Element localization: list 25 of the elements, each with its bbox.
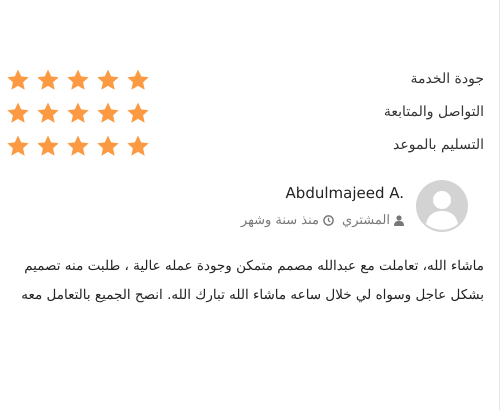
star-icon: [36, 68, 60, 92]
rating-label: التسليم بالموعد: [393, 136, 484, 155]
star-icon: [96, 134, 120, 158]
reviewer-role: المشتري: [342, 212, 390, 230]
star-icon: [36, 100, 60, 124]
clock-icon: [323, 214, 334, 226]
star-icon: [96, 68, 120, 92]
star-icon: [66, 100, 90, 124]
star-icon: [126, 100, 150, 124]
star-icon: [66, 68, 90, 92]
star-icon: [96, 100, 120, 124]
rating-label: جودة الخدمة: [410, 70, 484, 89]
star-icon: [36, 134, 60, 158]
avatar-icon: [416, 180, 468, 232]
star-icon: [6, 134, 30, 158]
star-icon: [6, 100, 30, 124]
rating-label: التواصل والمتابعة: [384, 103, 484, 122]
star-icon: [6, 68, 30, 92]
review-text: ماشاء الله، تعاملت مع عبدالله مصمم متمكن وجودة عمله عالية ، طلبت منه تصميم بشكل عاجل وسواه لي خلال ساعه ماشاء الله تبارك الله. انصح الجميع بالتعامل معه: [20, 257, 484, 305]
star-icon: [126, 134, 150, 158]
reviewer-name: Abdulmajeed A.: [284, 183, 404, 204]
review-time: منذ سنة وشهر: [240, 212, 320, 230]
user-icon: [394, 214, 404, 226]
star-icon: [66, 134, 90, 158]
star-icon: [126, 68, 150, 92]
